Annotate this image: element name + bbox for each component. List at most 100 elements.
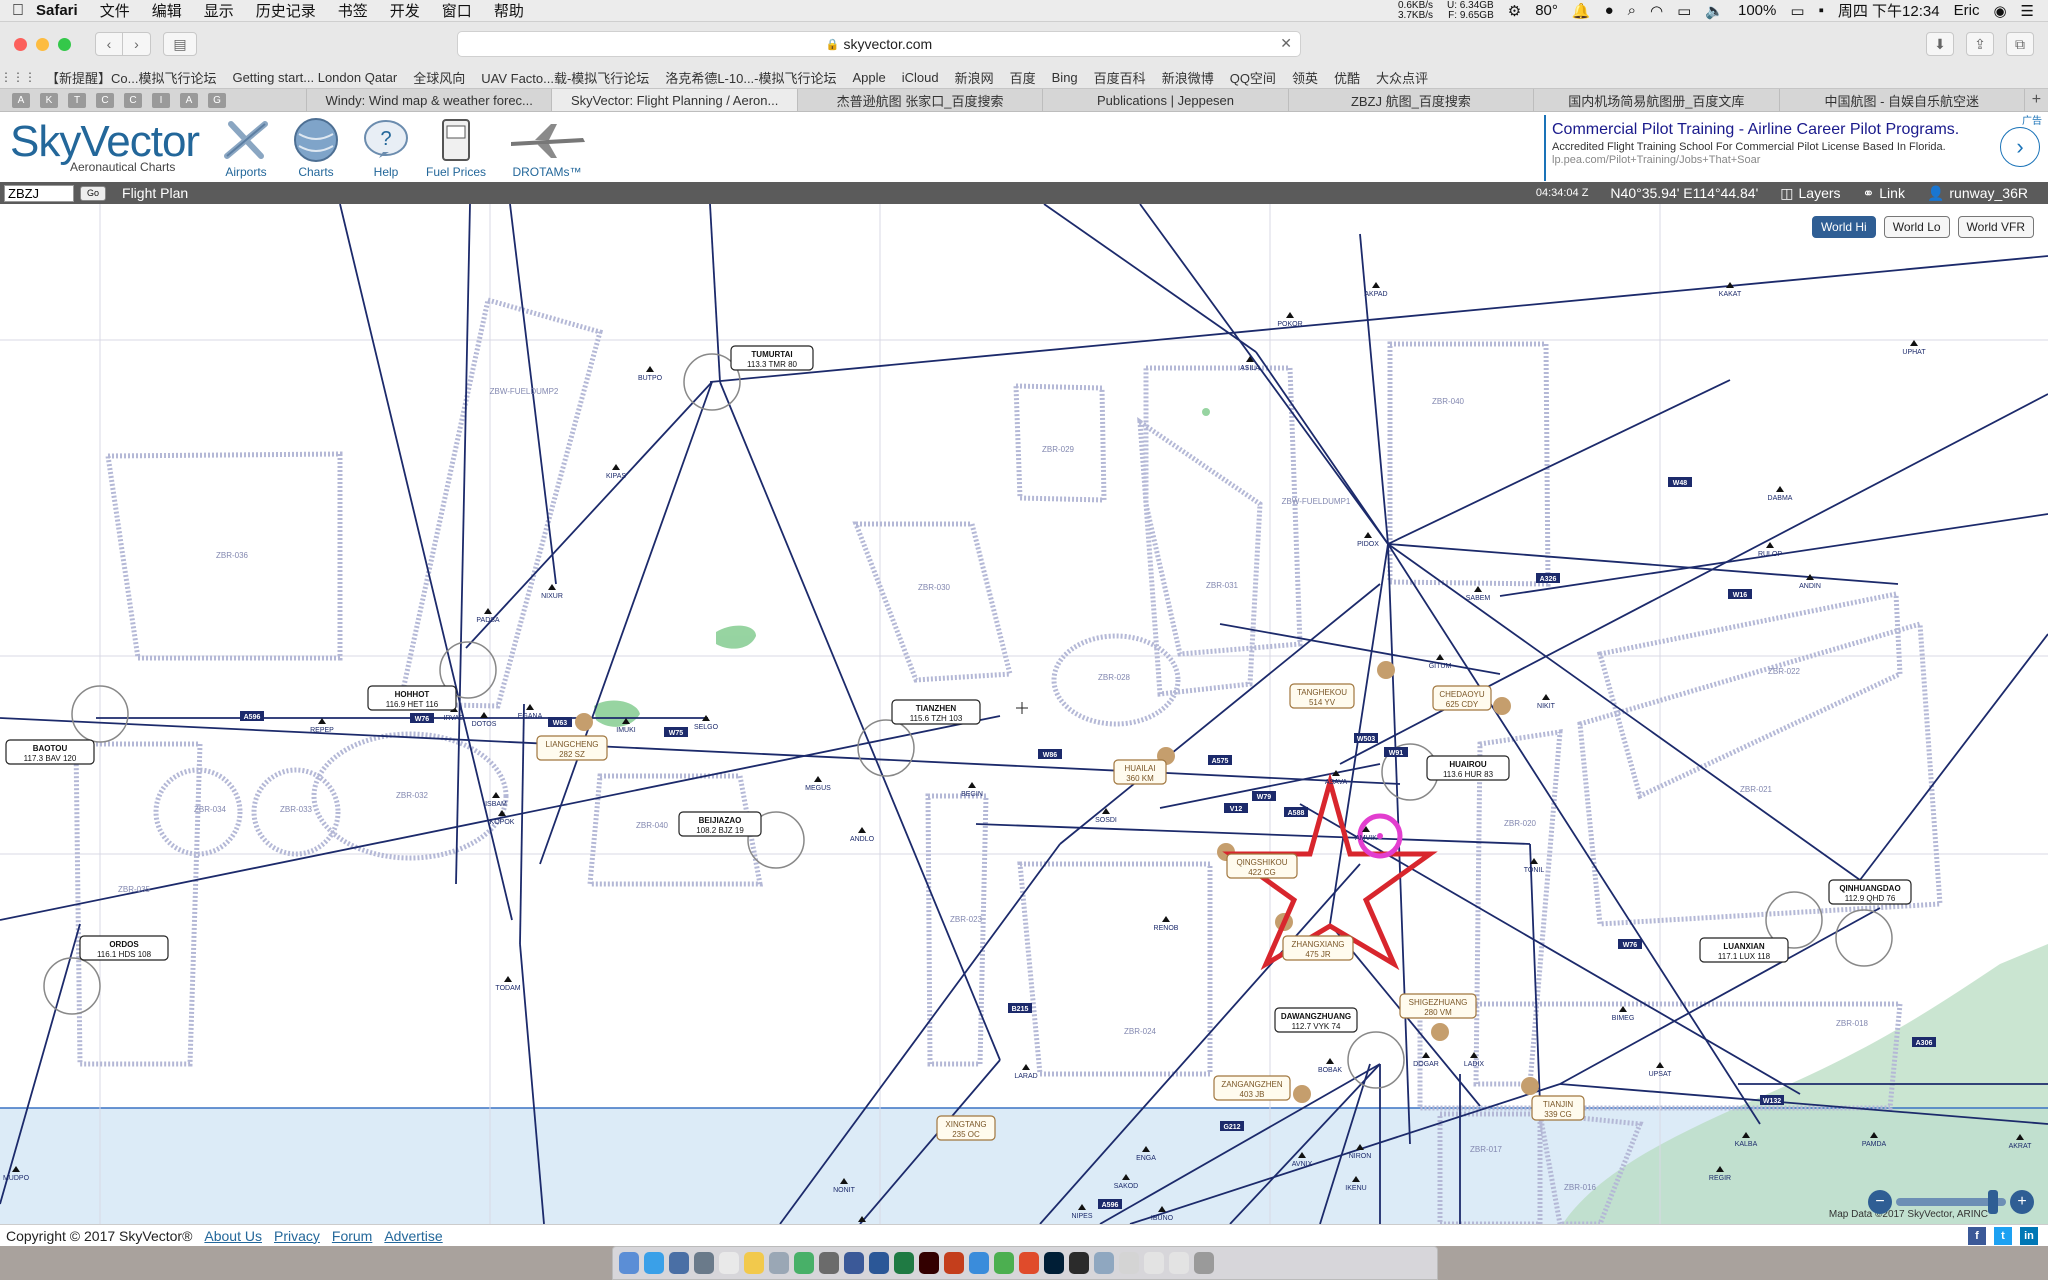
word-icon[interactable] (869, 1252, 889, 1274)
pinned-tab[interactable]: C (124, 92, 142, 108)
privacy-link[interactable]: Privacy (274, 1228, 320, 1244)
fix-marker[interactable] (1022, 1064, 1030, 1070)
address-bar[interactable]: 🔒 skyvector.com ✕ (457, 31, 1301, 57)
new-tab-button[interactable]: + (2023, 89, 2048, 111)
zoom-in-button[interactable]: + (2010, 1190, 2034, 1214)
advertisement[interactable]: 广告 Commercial Pilot Training - Airline C… (1544, 115, 2044, 181)
favorite-link[interactable]: 全球风向 (413, 68, 465, 87)
system-preferences-icon[interactable] (819, 1252, 839, 1274)
fix-marker[interactable] (318, 718, 326, 724)
photos-icon[interactable] (769, 1252, 789, 1274)
fix-marker[interactable] (492, 792, 500, 798)
document-icon[interactable] (1169, 1252, 1189, 1274)
preview-icon[interactable] (694, 1252, 714, 1274)
notification-center-icon[interactable]: ☰ (2021, 2, 2034, 20)
menu-window[interactable]: 窗口 (442, 0, 472, 21)
fullscreen-window-button[interactable] (58, 37, 71, 51)
tab-jeppesen-search[interactable]: 杰普逊航图 张家口_百度搜索 (796, 89, 1042, 111)
fix-marker[interactable] (526, 704, 534, 710)
nav-help[interactable]: ? Help (352, 112, 420, 179)
nav-drotams[interactable]: DROTAMs™ (502, 112, 592, 179)
fix-marker[interactable] (1656, 1062, 1664, 1068)
tab-skyvector[interactable]: SkyVector: Flight Planning / Aeron... (551, 89, 797, 111)
airplay-icon[interactable]: ▭ (1677, 2, 1691, 20)
fix-marker[interactable] (1766, 542, 1774, 548)
tab-overview-button[interactable]: ⧉ (2006, 32, 2034, 56)
maps-icon[interactable] (794, 1252, 814, 1274)
downloads-button[interactable]: ⬇ (1926, 32, 1954, 56)
fix-marker[interactable] (1286, 312, 1294, 318)
ad-title[interactable]: Commercial Pilot Training - Airline Care… (1552, 121, 2044, 139)
favorite-link[interactable]: Getting start... London Qatar (232, 70, 397, 85)
quicktime-icon[interactable] (669, 1252, 689, 1274)
wifi-icon[interactable]: ◠ (1650, 2, 1663, 20)
fix-marker[interactable] (858, 827, 866, 833)
fix-marker[interactable] (612, 464, 620, 470)
terminal-icon[interactable] (1069, 1252, 1089, 1274)
user-button[interactable]: 👤 runway_36R (1927, 185, 2028, 202)
fix-marker[interactable] (1542, 694, 1550, 700)
tab-chart-library[interactable]: 国内机场简易航图册_百度文库 (1533, 89, 1778, 111)
steam-icon[interactable] (844, 1252, 864, 1274)
fix-marker[interactable] (968, 782, 976, 788)
document-icon[interactable] (1144, 1252, 1164, 1274)
fix-marker[interactable] (1162, 916, 1170, 922)
zoom-out-button[interactable]: − (1868, 1190, 1892, 1214)
notes-icon[interactable] (744, 1252, 764, 1274)
menu-view[interactable]: 显示 (204, 0, 234, 21)
twitter-icon[interactable]: t (1994, 1226, 2012, 1245)
nav-fuel-prices[interactable]: Fuel Prices (422, 112, 490, 179)
show-all-bookmarks-icon[interactable]: ⋮⋮⋮ (0, 70, 36, 84)
fix-marker[interactable] (1910, 340, 1918, 346)
facebook-icon[interactable]: f (1968, 1226, 1986, 1245)
share-button[interactable]: ⇪ (1966, 32, 1994, 56)
menu-develop[interactable]: 开发 (390, 0, 420, 21)
favorite-link[interactable]: 【新提醒】Co...模拟飞行论坛 (46, 68, 216, 87)
fix-marker[interactable] (646, 366, 654, 372)
zoom-slider-handle[interactable] (1988, 1190, 1998, 1214)
search-icon[interactable]: ⌕ (1628, 2, 1636, 19)
link-button[interactable]: ⚭ Link (1863, 185, 1905, 202)
excel-icon[interactable] (894, 1252, 914, 1274)
favorite-link[interactable]: iCloud (902, 70, 939, 85)
world-vfr-button[interactable]: World VFR (1957, 216, 2034, 238)
close-window-button[interactable] (14, 37, 27, 51)
fix-marker[interactable] (1619, 1006, 1627, 1012)
calendar-icon[interactable] (719, 1252, 739, 1274)
wechat-icon[interactable]: ● (1605, 2, 1614, 19)
tab-jeppesen-publications[interactable]: Publications | Jeppesen (1042, 89, 1287, 111)
forward-button[interactable]: › (123, 32, 151, 56)
pinned-tab[interactable]: A (12, 92, 30, 108)
trash-icon[interactable] (1194, 1252, 1214, 1274)
siri-icon[interactable]: ◉ (1993, 2, 2006, 20)
pinned-tab[interactable]: K (40, 92, 58, 108)
fix-marker[interactable] (1776, 486, 1784, 492)
photoshop-icon[interactable] (1044, 1252, 1064, 1274)
favorite-link[interactable]: 百度 (1010, 68, 1036, 87)
fix-marker[interactable] (1422, 1052, 1430, 1058)
nav-airports[interactable]: Airports (212, 112, 280, 179)
app-icon[interactable] (969, 1252, 989, 1274)
favorite-link[interactable]: QQ空间 (1230, 68, 1276, 87)
datetime[interactable]: 周四 下午12:34 (1838, 0, 1940, 21)
illustrator-icon[interactable] (919, 1252, 939, 1274)
forum-link[interactable]: Forum (332, 1228, 372, 1244)
favorite-link[interactable]: 大众点评 (1376, 68, 1428, 87)
pinned-tab[interactable]: T (68, 92, 86, 108)
gear-icon[interactable]: ⚙ (1508, 2, 1521, 20)
fix-marker[interactable] (504, 976, 512, 982)
zoom-slider-track[interactable] (1896, 1190, 2006, 1214)
sidebar-toggle-button[interactable]: ▤ (163, 32, 197, 56)
menu-history[interactable]: 历史记录 (256, 0, 316, 21)
favorite-link[interactable]: Apple (853, 70, 886, 85)
menu-help[interactable]: 帮助 (494, 0, 524, 21)
battery-icon[interactable]: ▭ (1790, 2, 1804, 20)
go-button[interactable]: Go (80, 185, 107, 201)
favorite-link[interactable]: Bing (1052, 70, 1078, 85)
pinned-tab[interactable]: G (208, 92, 226, 108)
about-us-link[interactable]: About Us (204, 1228, 262, 1244)
favorite-link[interactable]: 新浪微博 (1162, 68, 1214, 87)
app-menu-safari[interactable]: Safari (36, 2, 78, 19)
fix-marker[interactable] (1372, 282, 1380, 288)
powerpoint-icon[interactable] (944, 1252, 964, 1274)
